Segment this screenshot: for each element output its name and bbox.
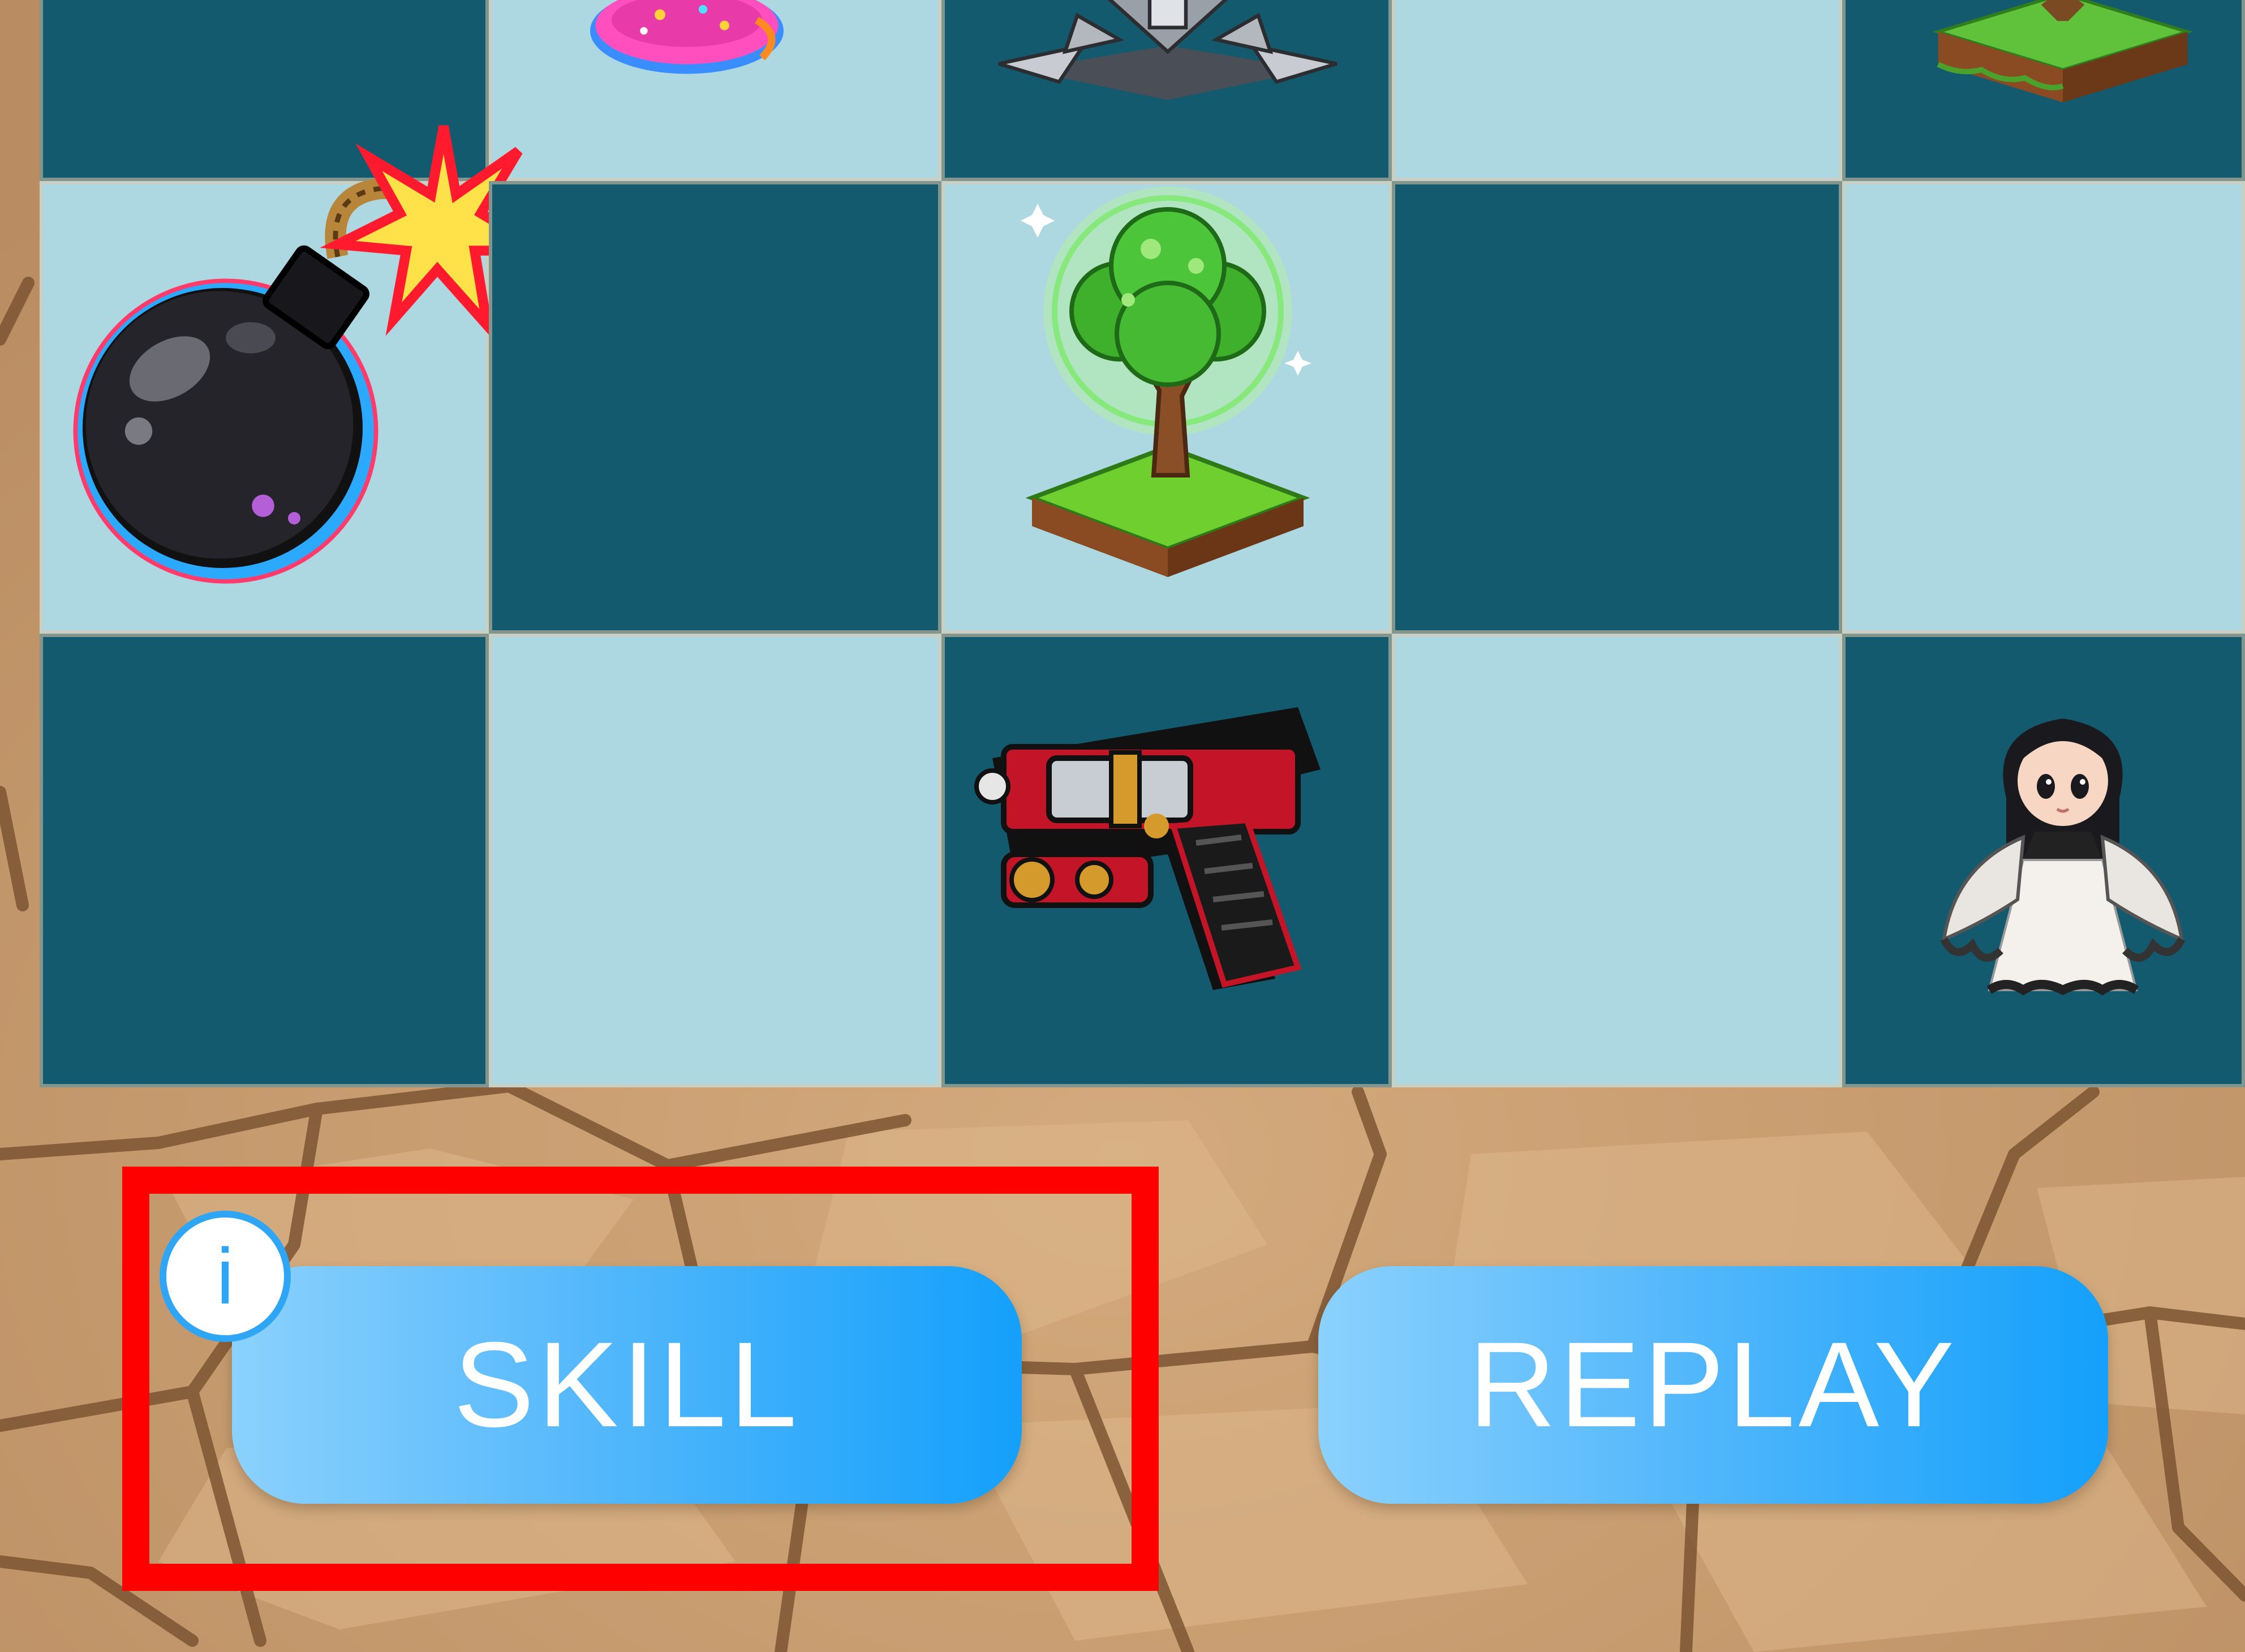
board-tile-r2-c4[interactable] <box>1392 181 1842 634</box>
replay-button[interactable]: REPLAY <box>1318 1266 2108 1504</box>
board-tile-r2-c5[interactable] <box>1842 181 2245 634</box>
board-tile-r3-c3[interactable] <box>941 634 1392 1087</box>
board-tile-r1-c5[interactable] <box>1842 0 2245 181</box>
board-tile-r1-c2[interactable] <box>489 0 941 181</box>
board-tile-r1-c3[interactable] <box>941 0 1392 181</box>
board-tile-r1-c4[interactable] <box>1392 0 1842 181</box>
board-tile-r3-c2[interactable] <box>489 634 941 1087</box>
game-board <box>40 0 2245 1087</box>
girl-character-icon <box>1842 634 2245 1087</box>
bomb-icon <box>40 125 561 634</box>
info-icon[interactable]: i <box>160 1211 291 1342</box>
donut-icon <box>489 0 941 181</box>
pistol-icon <box>941 634 1392 1087</box>
board-tile-r3-c5[interactable] <box>1842 634 2245 1087</box>
board-tile-r2-c3[interactable] <box>941 181 1392 634</box>
board-tile-r2-c2[interactable] <box>489 181 941 634</box>
grass-block-icon <box>1842 0 2245 181</box>
board-tile-r3-c4[interactable] <box>1392 634 1842 1087</box>
spiked-fortress-icon <box>941 0 1392 181</box>
skill-button[interactable]: SKILL <box>232 1266 1022 1504</box>
board-tile-r3-c1[interactable] <box>40 634 489 1087</box>
board-tile-r2-c1[interactable] <box>40 125 561 634</box>
tree-icon <box>941 181 1392 634</box>
